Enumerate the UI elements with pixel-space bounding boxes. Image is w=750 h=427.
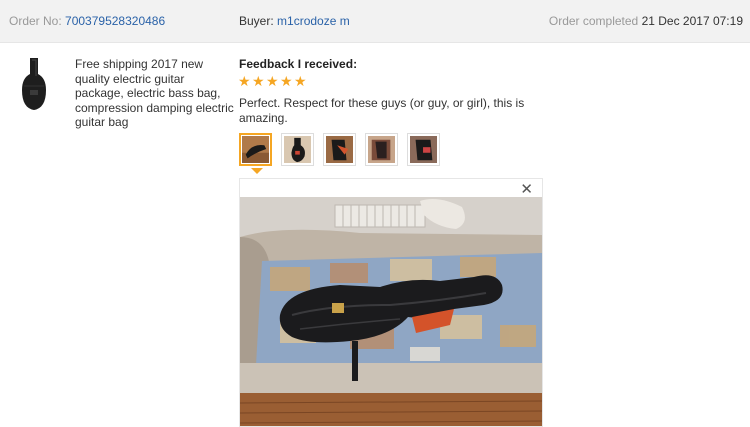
feedback-photo-thumb[interactable]	[365, 133, 398, 166]
feedback-text: Perfect. Respect for these guys (or guy,…	[239, 96, 525, 125]
star-icon: ★	[280, 73, 293, 89]
order-number-group: Order No: 700379528320486	[9, 0, 165, 43]
buyer-group: Buyer: m1crodoze m	[239, 0, 350, 43]
star-icon: ★	[294, 73, 307, 89]
order-header: Order No: 700379528320486 Buyer: m1crodo…	[0, 0, 750, 43]
order-status-label: Order completed	[548, 14, 639, 28]
star-icon: ★	[238, 73, 251, 89]
feedback-photo-thumb[interactable]	[407, 133, 440, 166]
photo-viewer: ✕	[239, 178, 543, 427]
buyer-label: Buyer:	[239, 14, 274, 28]
order-completed-date: 21 Dec 2017 07:19	[641, 14, 743, 28]
star-icon: ★	[252, 73, 265, 89]
rating-stars: ★ ★ ★ ★ ★	[238, 74, 307, 90]
order-number-link[interactable]: 700379528320486	[65, 14, 165, 28]
feedback-photo-thumb[interactable]	[281, 133, 314, 166]
guitar-bag-icon[interactable]	[16, 56, 52, 112]
feedback-photo-thumb[interactable]	[323, 133, 356, 166]
feedback-photo-thumbnails	[239, 133, 440, 166]
selected-thumb-caret	[251, 168, 263, 174]
product-title[interactable]: Free shipping 2017 new quality electric …	[75, 57, 235, 130]
star-icon: ★	[266, 73, 279, 89]
feedback-heading: Feedback I received:	[239, 57, 358, 71]
order-number-label: Order No:	[9, 14, 62, 28]
order-status: Order completed 21 Dec 2017 07:19	[549, 0, 743, 43]
buyer-name-link[interactable]: m1crodoze m	[277, 14, 350, 28]
feedback-photo-large[interactable]	[240, 197, 542, 426]
feedback-photo-thumb[interactable]	[239, 133, 272, 166]
